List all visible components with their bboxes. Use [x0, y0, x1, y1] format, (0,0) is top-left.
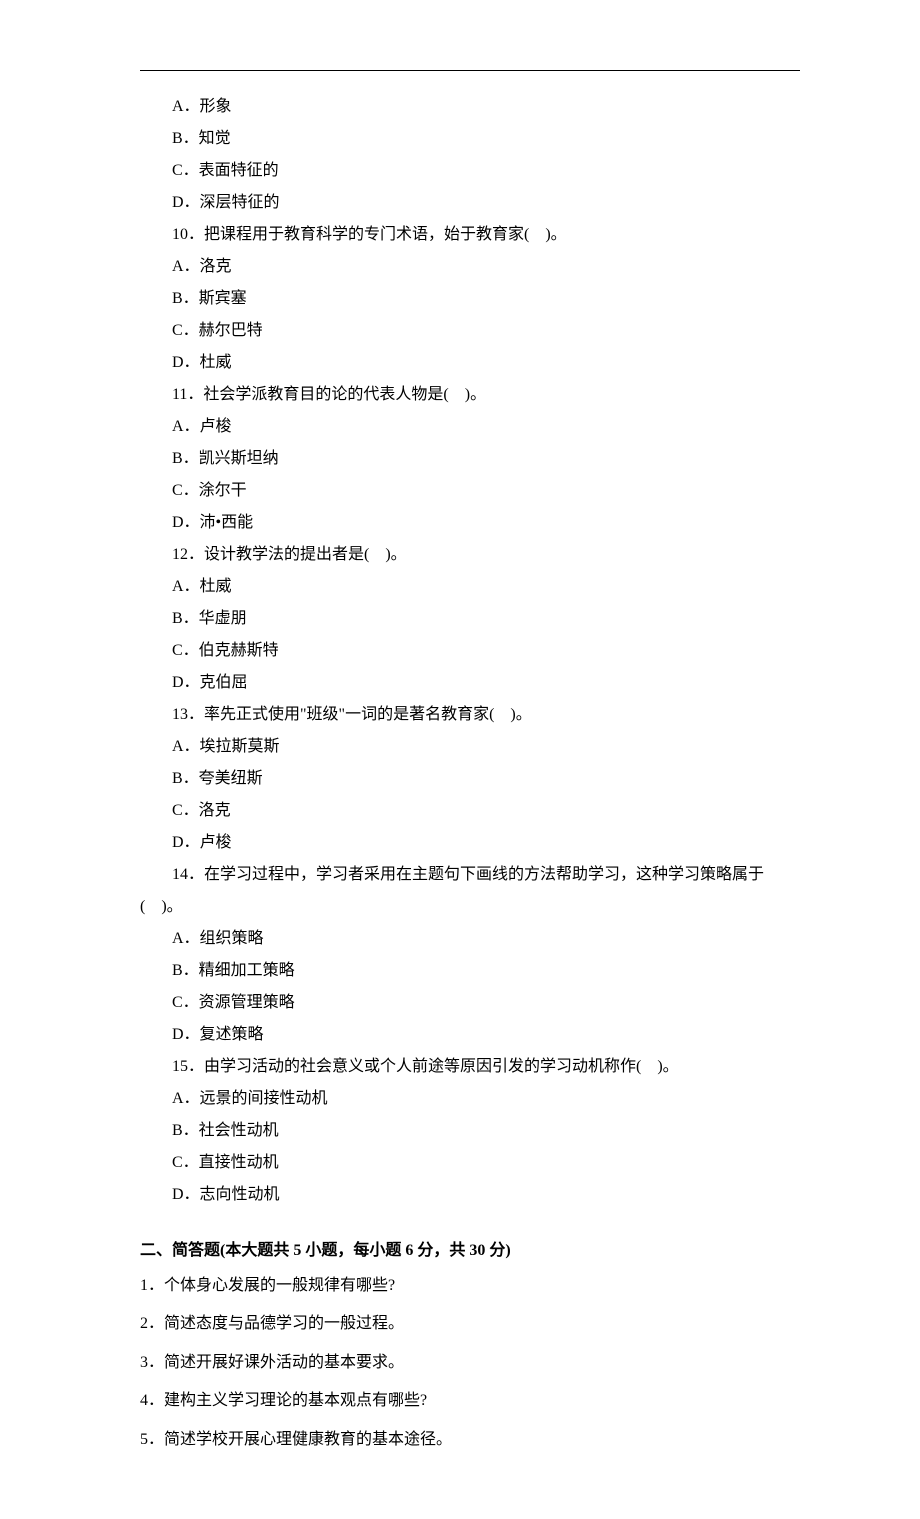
option: B．夸美纽斯	[140, 763, 800, 795]
question-stem: 12．设计教学法的提出者是( )。	[140, 539, 800, 571]
option: B．凯兴斯坦纳	[140, 443, 800, 475]
option: A．卢梭	[140, 411, 800, 443]
option: C．资源管理策略	[140, 987, 800, 1019]
short-answer-item: 3．简述开展好课外活动的基本要求。	[140, 1344, 800, 1382]
option: C．伯克赫斯特	[140, 635, 800, 667]
option: B．社会性动机	[140, 1115, 800, 1147]
option: D．沛•西能	[140, 507, 800, 539]
option: D．杜威	[140, 347, 800, 379]
document-page: A．形象B．知觉C．表面特征的D．深层特征的 10．把课程用于教育科学的专门术语…	[0, 0, 920, 1519]
multiple-choice-questions: 10．把课程用于教育科学的专门术语，始于教育家( )。A．洛克B．斯宾塞C．赫尔…	[140, 219, 800, 1211]
option: B．斯宾塞	[140, 283, 800, 315]
short-answer-item: 1．个体身心发展的一般规律有哪些?	[140, 1267, 800, 1305]
short-answer-item: 2．简述态度与品德学习的一般过程。	[140, 1305, 800, 1343]
short-answer-item: 4．建构主义学习理论的基本观点有哪些?	[140, 1382, 800, 1420]
option: D．志向性动机	[140, 1179, 800, 1211]
question-stem: 14．在学习过程中，学习者采用在主题句下画线的方法帮助学习，这种学习策略属于( …	[140, 859, 800, 923]
option: A．洛克	[140, 251, 800, 283]
question-stem: 15．由学习活动的社会意义或个人前途等原因引发的学习动机称作( )。	[140, 1051, 800, 1083]
option: B．精细加工策略	[140, 955, 800, 987]
option: A．埃拉斯莫斯	[140, 731, 800, 763]
option: A．杜威	[140, 571, 800, 603]
question-stem: 10．把课程用于教育科学的专门术语，始于教育家( )。	[140, 219, 800, 251]
short-answer-questions: 1．个体身心发展的一般规律有哪些?2．简述态度与品德学习的一般过程。3．简述开展…	[140, 1267, 800, 1459]
option: C．直接性动机	[140, 1147, 800, 1179]
option: C．表面特征的	[140, 155, 800, 187]
option: C．洛克	[140, 795, 800, 827]
option: B．知觉	[140, 123, 800, 155]
option: D．复述策略	[140, 1019, 800, 1051]
option: A．组织策略	[140, 923, 800, 955]
option: B．华虚朋	[140, 603, 800, 635]
short-answer-item: 5．简述学校开展心理健康教育的基本途径。	[140, 1421, 800, 1459]
question-stem: 11．社会学派教育目的论的代表人物是( )。	[140, 379, 800, 411]
option: D．克伯屈	[140, 667, 800, 699]
question-9-options-partial: A．形象B．知觉C．表面特征的D．深层特征的	[140, 91, 800, 219]
option: D．卢梭	[140, 827, 800, 859]
section-2-header: 二、简答题(本大题共 5 小题，每小题 6 分，共 30 分)	[140, 1235, 800, 1267]
top-separator	[140, 70, 800, 71]
option: C．涂尔干	[140, 475, 800, 507]
option: C．赫尔巴特	[140, 315, 800, 347]
question-stem: 13．率先正式使用"班级"一词的是著名教育家( )。	[140, 699, 800, 731]
option: A．远景的间接性动机	[140, 1083, 800, 1115]
option: A．形象	[140, 91, 800, 123]
option: D．深层特征的	[140, 187, 800, 219]
